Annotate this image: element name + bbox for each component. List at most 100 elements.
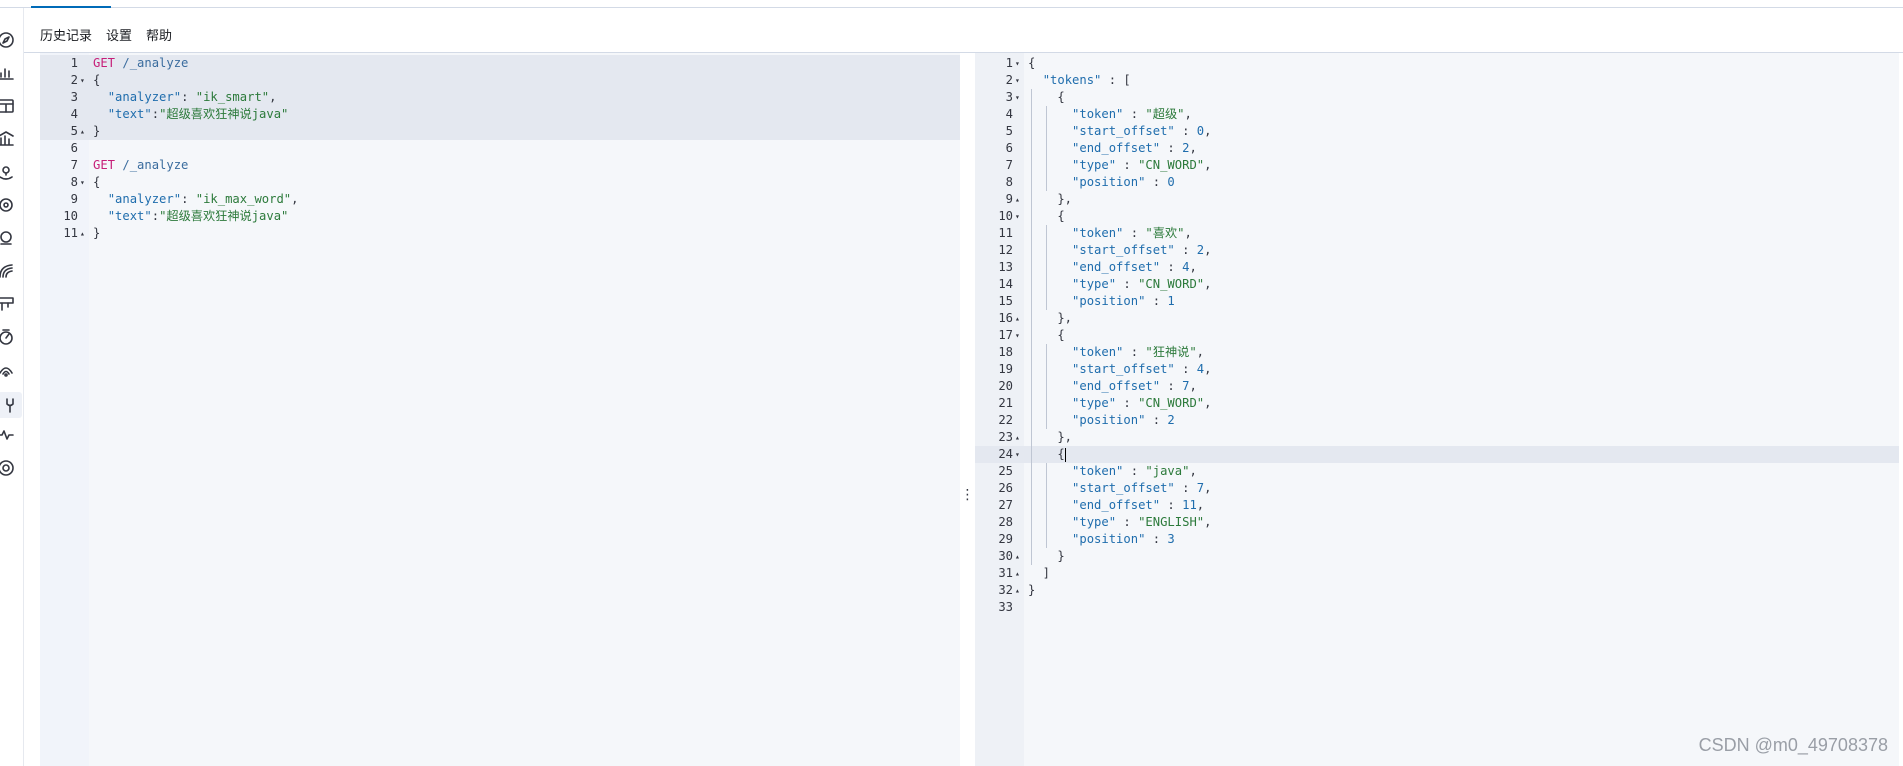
fold-close-icon[interactable]: ▴ [1015,565,1020,582]
response-code-line[interactable]: 27 "end_offset" : 11, [975,497,1899,514]
line-number: 23 [998,430,1013,444]
chart-icon[interactable] [0,63,16,83]
response-code-line[interactable]: 1 ▾ { [975,55,1899,72]
response-code-line[interactable]: 14 "type" : "CN_WORD", [975,276,1899,293]
fold-close-icon[interactable]: ▴ [1015,548,1020,565]
response-code-line[interactable]: 32 ▴} [975,582,1899,599]
fold-close-icon[interactable]: ▴ [80,123,85,140]
code-text: { [93,72,100,89]
request-code-line[interactable]: 1 GET /_analyze [40,55,960,72]
settings-tab[interactable]: 设置 [106,25,132,44]
code-text: "analyzer": "ik_smart", [93,89,277,106]
ml-icon[interactable] [0,195,16,215]
watermark: CSDN @m0_49708378 [1698,735,1888,755]
management-icon[interactable] [0,458,16,478]
line-number: 10 [63,209,78,223]
canvas-icon[interactable] [0,129,16,149]
response-code-line[interactable]: 7 "type" : "CN_WORD", [975,157,1899,174]
line-number: 24 [998,447,1013,461]
fold-close-icon[interactable]: ▴ [1015,582,1020,599]
apm-icon[interactable] [0,360,16,380]
response-code-line[interactable]: 4 "token" : "超级", [975,106,1899,123]
response-code-line[interactable]: 5 "start_offset" : 0, [975,123,1899,140]
pane-resizer[interactable]: ⋮ [960,53,975,766]
response-code-line[interactable]: 21 "type" : "CN_WORD", [975,395,1899,412]
code-token: : [1160,141,1183,155]
response-code-line[interactable]: 2 ▾ "tokens" : [ [975,72,1899,89]
fold-open-icon[interactable]: ▾ [1015,208,1020,225]
code-token: "analyzer" [107,192,182,206]
fold-open-icon[interactable]: ▾ [1015,89,1020,106]
request-editor[interactable]: 1 GET /_analyze 2 ▾{3 "analyzer": "ik_smart… [40,53,960,766]
request-code-line[interactable]: 3 "analyzer": "ik_smart", [40,89,960,106]
code-token: , [1189,260,1197,274]
response-code-line[interactable]: 20 "end_offset" : 7, [975,378,1899,395]
monitoring-icon[interactable] [0,425,16,445]
code-token: { [93,73,101,87]
fold-open-icon[interactable]: ▾ [1015,446,1020,463]
resizer-handle-icon[interactable]: ⋮ [961,487,975,503]
response-code-line[interactable]: 29 "position" : 3 [975,531,1899,548]
response-code-line[interactable]: 25 "token" : "java", [975,463,1899,480]
response-code-line[interactable]: 12 "start_offset" : 2, [975,242,1899,259]
fold-close-icon[interactable]: ▴ [1015,310,1020,327]
response-code-line[interactable]: 8 "position" : 0 [975,174,1899,191]
request-code-line[interactable]: 4 "text":"超级喜欢狂神说java" [40,106,960,123]
response-code-line[interactable]: 18 "token" : "狂神说", [975,344,1899,361]
response-code-line[interactable]: 33 [975,599,1899,616]
response-code-line[interactable]: 19 "start_offset" : 4, [975,361,1899,378]
fold-open-icon[interactable]: ▾ [1015,55,1020,72]
fold-open-icon[interactable]: ▾ [80,72,85,89]
response-code-line[interactable]: 26 "start_offset" : 7, [975,480,1899,497]
request-code-line[interactable]: 8 ▾ { [40,174,960,191]
code-token: "start_offset" [1072,243,1175,257]
response-code-line[interactable]: 3 ▾ { [975,89,1899,106]
fold-open-icon[interactable]: ▾ [80,174,85,191]
response-code-line[interactable]: 13 "end_offset" : 4, [975,259,1899,276]
request-code-line[interactable]: 10 "text":"超级喜欢狂神说java" [40,208,960,225]
response-code-line[interactable]: 23 ▴ }, [975,429,1899,446]
code-token: : [1116,396,1139,410]
code-token: }, [1028,192,1073,206]
fold-close-icon[interactable]: ▴ [1015,429,1020,446]
response-code-line[interactable]: 16 ▴ }, [975,310,1899,327]
request-code-line[interactable]: 2 ▾ { [40,72,960,89]
fold-close-icon[interactable]: ▴ [80,225,85,242]
response-code-line[interactable]: 28 "type" : "ENGLISH", [975,514,1899,531]
response-code-line[interactable]: 15 "position" : 1 [975,293,1899,310]
response-code-line[interactable]: 24 ▾ { [975,446,1899,463]
response-code-line[interactable]: 9 ▴ }, [975,191,1899,208]
fold-close-icon[interactable]: ▴ [1015,191,1020,208]
history-tab[interactable]: 历史记录 [40,25,92,44]
uptime-icon[interactable] [0,327,16,347]
response-code-line[interactable]: 31 ▴ ] [975,565,1899,582]
maps-icon[interactable] [0,162,16,182]
code-token: "超级喜欢狂神说java" [159,107,289,121]
compass-icon[interactable] [0,30,16,50]
response-code-line[interactable]: 10 ▾ { [975,208,1899,225]
graph-icon[interactable] [0,228,16,248]
request-code-line[interactable]: 7 GET /_analyze [40,157,960,174]
observability-icon[interactable] [0,261,16,281]
response-code-line[interactable]: 17 ▾ { [975,327,1899,344]
code-token: : [1174,362,1197,376]
help-tab[interactable]: 帮助 [146,25,172,44]
response-code-line[interactable]: 30 ▴ } [975,548,1899,565]
response-viewer[interactable]: 1 ▾{2 ▾ "tokens" : [3 ▾ {4 "token" : "超级", 5… [975,53,1899,766]
response-code-line[interactable]: 22 "position" : 2 [975,412,1899,429]
devtools-icon[interactable] [0,392,22,418]
response-code-line[interactable]: 11 "token" : "喜欢", [975,225,1899,242]
code-token: : [1123,345,1146,359]
fold-open-icon[interactable]: ▾ [1015,327,1020,344]
request-code-line[interactable]: 5 ▴} [40,123,960,140]
fold-open-icon[interactable]: ▾ [1015,72,1020,89]
request-code-line[interactable]: 6 [40,140,960,157]
request-code-line[interactable]: 9 "analyzer": "ik_max_word", [40,191,960,208]
dashboard-icon[interactable] [0,96,16,116]
request-code-line[interactable]: 11 ▴} [40,225,960,242]
stack-icon[interactable] [0,294,16,314]
response-code-line[interactable]: 6 "end_offset" : 2, [975,140,1899,157]
